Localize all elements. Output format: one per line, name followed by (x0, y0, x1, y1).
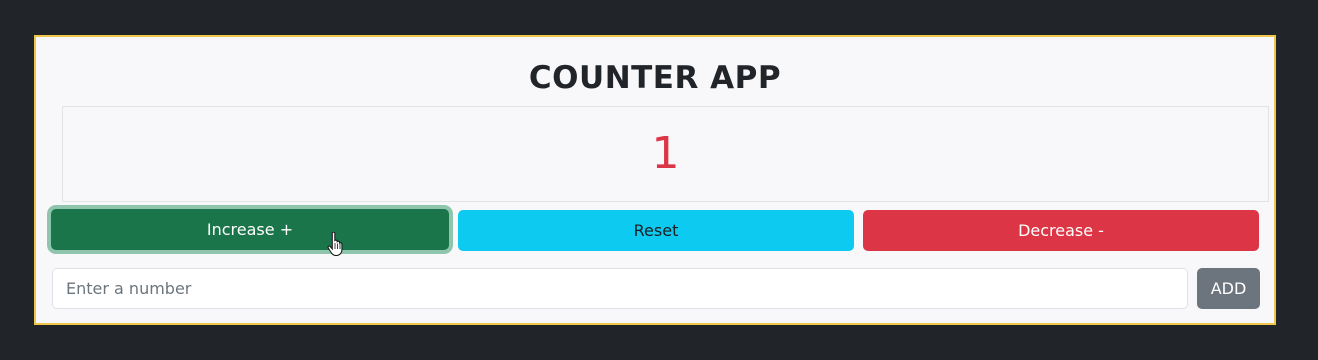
counter-value: 1 (651, 128, 680, 179)
reset-button[interactable]: Reset (458, 210, 854, 251)
counter-display: 1 (62, 106, 1269, 202)
app-title: COUNTER APP (528, 60, 782, 96)
number-input[interactable] (52, 268, 1188, 309)
add-button[interactable]: ADD (1197, 268, 1260, 309)
increase-button[interactable]: Increase + (51, 209, 449, 250)
decrease-button[interactable]: Decrease - (863, 210, 1259, 251)
